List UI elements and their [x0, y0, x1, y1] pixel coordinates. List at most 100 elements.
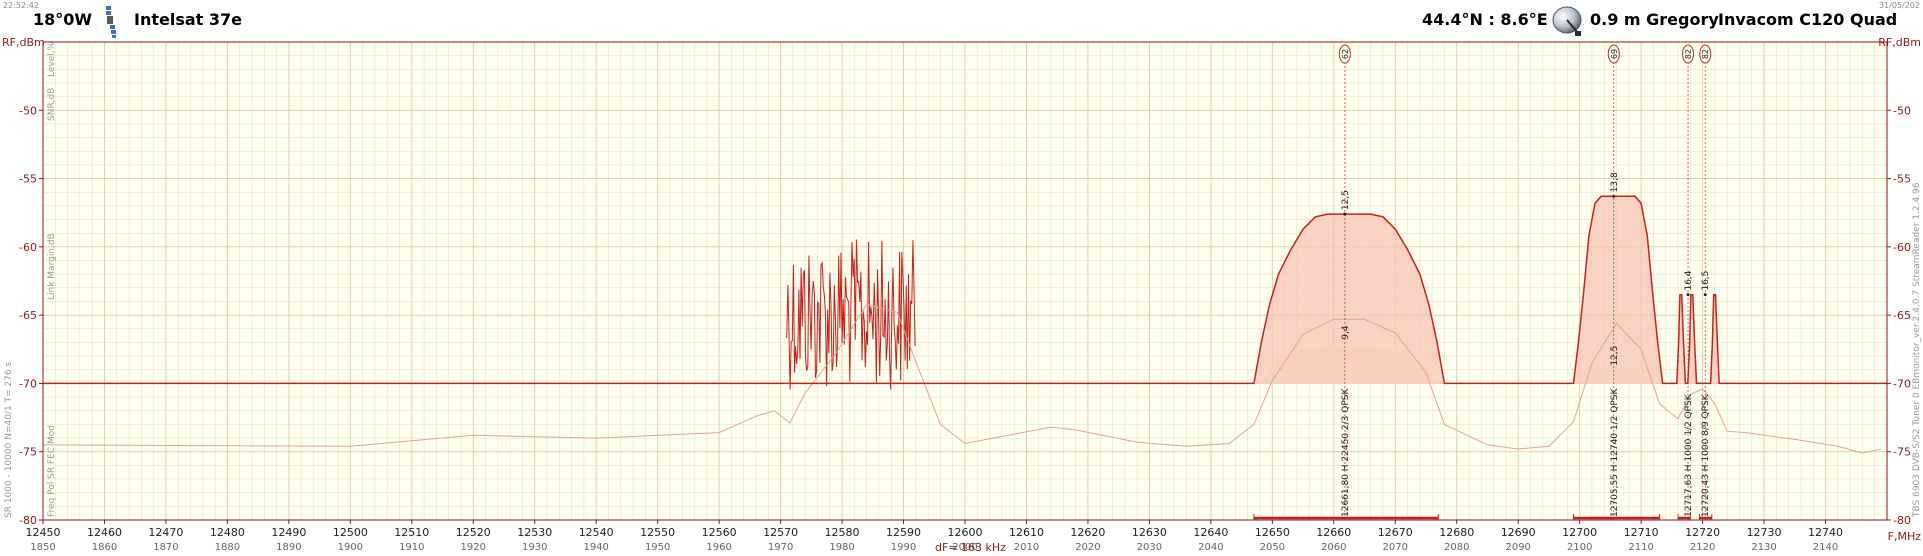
x-tick-label: 12450: [26, 526, 61, 539]
carrier-snr: 12,5: [1341, 190, 1351, 210]
y-tick-label-right: -75: [1893, 446, 1911, 459]
x-tick-label: 12670: [1378, 526, 1413, 539]
carrier-peak-dot: [1612, 194, 1616, 198]
snr-axis-label: SNR,dB: [47, 88, 57, 121]
y-tick-label-right: -50: [1893, 104, 1911, 117]
y-tick-label-right: -65: [1893, 309, 1911, 322]
carrier-label: 12661,80 H 22450 2/3 QPSK: [1341, 388, 1351, 517]
carrier-label: 12705,55 H 12740 1/2 QPSK: [1610, 388, 1620, 517]
link-margin-axis-label: Link Margin,dB: [47, 233, 57, 300]
carrier-peak-dot: [1703, 293, 1707, 297]
x-tick-label-if: 1950: [645, 542, 670, 553]
carrier-badge-label: 62: [1341, 49, 1350, 59]
x-tick-label: 12590: [886, 526, 921, 539]
x-tick-label: 12740: [1808, 526, 1843, 539]
x-tick-label-if: 1990: [891, 542, 916, 553]
carrier-peak-dot: [1343, 212, 1347, 216]
y-tick-label: -60: [19, 241, 37, 254]
x-tick-label-if: 1900: [338, 542, 363, 553]
y-tick-label-right: -55: [1893, 173, 1911, 186]
x-tick-label-if: 1850: [30, 542, 55, 553]
carrier-columns-label: Freq Pol SR FEC Mod: [47, 425, 57, 517]
y-tick-label: -55: [19, 173, 37, 186]
x-tick-label: 12650: [1255, 526, 1290, 539]
x-tick-label-if: 1970: [768, 542, 793, 553]
x-tick-label-if: 1930: [522, 542, 547, 553]
carrier-badge-label: 82: [1684, 49, 1693, 59]
x-tick-label: 12620: [1070, 526, 1105, 539]
x-tick-label: 12460: [87, 526, 122, 539]
carrier-extra: 12,5: [1610, 346, 1620, 366]
carrier-snr: 16,5: [1701, 271, 1711, 291]
x-tick-label-if: 2120: [1690, 542, 1715, 553]
x-tick-label: 12480: [210, 526, 245, 539]
x-axis-label: F,MHz: [1888, 530, 1922, 543]
x-tick-label-if: 2140: [1813, 542, 1838, 553]
x-tick-label-if: 1980: [829, 542, 854, 553]
x-tick-label-if: 1890: [276, 542, 301, 553]
x-tick-label: 12510: [394, 526, 429, 539]
x-tick-label: 12500: [333, 526, 368, 539]
x-tick-label: 12660: [1316, 526, 1351, 539]
y-axis-label-left: RF,dBm: [2, 36, 45, 49]
carrier-snr: 13,8: [1610, 172, 1620, 192]
x-tick-label: 12600: [948, 526, 983, 539]
spectrum-chart: 62 12,5 9,4 12661,80 H 22450 2/3 QPSK 69 13,8…: [2, 36, 1922, 554]
y-tick-label-right: -80: [1893, 514, 1911, 527]
y-tick-label: -75: [19, 446, 37, 459]
x-tick-label: 12560: [702, 526, 737, 539]
x-tick-label-if: 2090: [1505, 542, 1530, 553]
x-tick-label: 12520: [456, 526, 491, 539]
x-tick-label-if: 2050: [1260, 542, 1285, 553]
x-tick-label-if: 2010: [1014, 542, 1039, 553]
x-tick-label-if: 1940: [583, 542, 608, 553]
y-axis-label-right: RF,dBm: [1878, 36, 1921, 49]
y-tick-label: -65: [19, 309, 37, 322]
x-tick-label-if: 1860: [92, 542, 117, 553]
y-tick-label-right: -70: [1893, 377, 1911, 390]
x-tick-label-if: 2110: [1628, 542, 1653, 553]
x-tick-label: 12720: [1685, 526, 1720, 539]
x-tick-label: 12610: [1009, 526, 1044, 539]
x-tick-label-if: 2130: [1751, 542, 1776, 553]
x-tick-label-if: 1960: [706, 542, 731, 553]
software-info-label: TBS 6903 DVB-S/S2 Tuner 0 EBmonitor_ver.…: [1912, 182, 1922, 518]
y-tick-label: -50: [19, 104, 37, 117]
carrier-badge-label: 82: [1701, 49, 1710, 59]
x-tick-label: 12550: [640, 526, 675, 539]
x-tick-label-if: 2040: [1198, 542, 1223, 553]
carrier-peak-dot: [1686, 293, 1690, 297]
x-tick-label-if: 2060: [1321, 542, 1346, 553]
x-tick-label-if: 1880: [215, 542, 240, 553]
x-tick-label: 12580: [825, 526, 860, 539]
df-label: dF= 163 kHz: [935, 541, 1006, 554]
x-tick-label-if: 1920: [461, 542, 486, 553]
x-tick-label: 12680: [1439, 526, 1474, 539]
carrier-badge-label: 69: [1610, 49, 1619, 59]
x-tick-label-if: 2030: [1137, 542, 1162, 553]
y-tick-label: -70: [19, 377, 37, 390]
x-tick-label-if: 1910: [399, 542, 424, 553]
x-tick-label: 12630: [1132, 526, 1167, 539]
carrier-snr: 16,4: [1684, 270, 1694, 290]
x-tick-label: 12570: [763, 526, 798, 539]
x-tick-label: 12540: [579, 526, 614, 539]
x-tick-label: 12530: [517, 526, 552, 539]
x-tick-label: 12700: [1562, 526, 1597, 539]
x-tick-label: 12710: [1624, 526, 1659, 539]
x-tick-label-if: 2100: [1567, 542, 1592, 553]
x-tick-label: 12490: [271, 526, 306, 539]
carrier-label: 12717,63 H 1000 1/2 QPSK: [1684, 393, 1694, 517]
carrier-label: 12720,43 H 1000 8/9 QPSK: [1701, 393, 1711, 517]
y-tick-label-right: -60: [1893, 241, 1911, 254]
level-axis-label: Level,%: [47, 41, 57, 77]
carrier-margin: 9,4: [1341, 325, 1351, 340]
x-tick-label-if: 2080: [1444, 542, 1469, 553]
x-tick-label: 12730: [1747, 526, 1782, 539]
x-tick-label-if: 2020: [1075, 542, 1100, 553]
x-tick-label: 12470: [148, 526, 183, 539]
x-tick-label-if: 1870: [153, 542, 178, 553]
x-tick-label: 12640: [1193, 526, 1228, 539]
x-tick-label: 12690: [1501, 526, 1536, 539]
scan-params-label: SR 1000 - 10000 N=40/1 T= 276 s: [4, 362, 14, 518]
